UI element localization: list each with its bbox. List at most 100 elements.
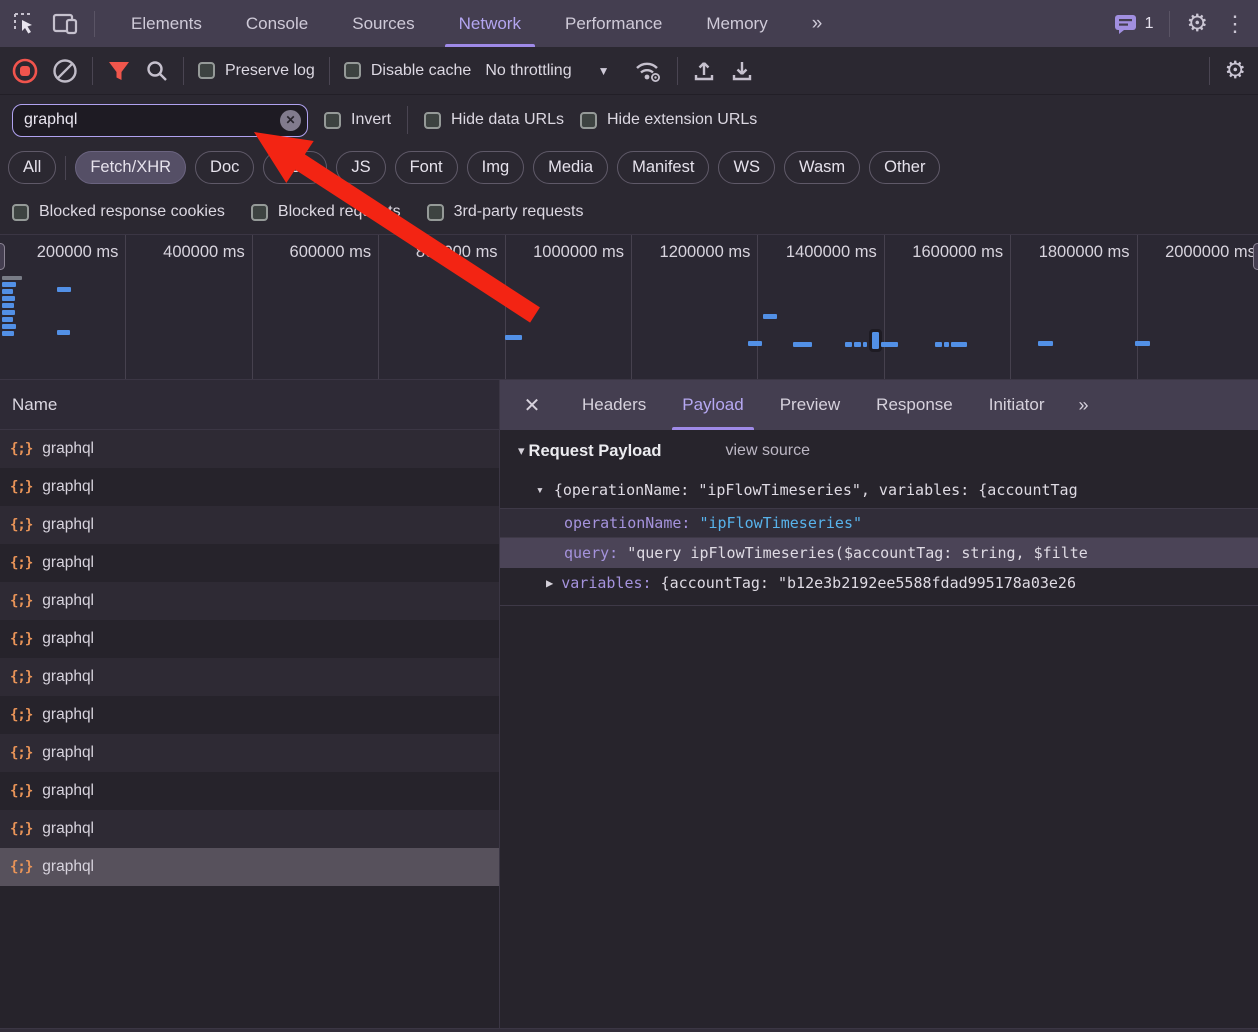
payload-row-operationname[interactable]: operationName: "ipFlowTimeseries"	[500, 508, 1258, 538]
payload-row-variables[interactable]: ▶ variables: {accountTag: "b12e3b2192ee5…	[500, 568, 1258, 598]
network-settings-gear-icon[interactable]: ⚙	[1224, 59, 1246, 83]
chip-manifest[interactable]: Manifest	[617, 151, 709, 184]
request-row[interactable]: {;}graphql	[0, 582, 499, 620]
payload-root-preview[interactable]: ▾ {operationName: "ipFlowTimeseries", va…	[500, 472, 1258, 508]
filter-input[interactable]	[12, 104, 308, 137]
details-tab-response[interactable]: Response	[858, 380, 971, 430]
tab-memory[interactable]: Memory	[684, 0, 789, 47]
details-tab-payload[interactable]: Payload	[664, 380, 761, 430]
payload-divider	[500, 598, 1258, 606]
request-row[interactable]: {;}graphql	[0, 734, 499, 772]
issues-counter[interactable]: 1	[1114, 14, 1154, 34]
request-row[interactable]: {;}graphql	[0, 620, 499, 658]
waterfall-bar	[951, 342, 967, 347]
chip-font[interactable]: Font	[395, 151, 458, 184]
network-conditions-icon[interactable]	[633, 59, 663, 83]
chip-css[interactable]: CSS	[263, 151, 327, 184]
details-tab-headers[interactable]: Headers	[564, 380, 664, 430]
more-tabs-icon[interactable]: »	[1062, 380, 1104, 430]
chip-js[interactable]: JS	[336, 151, 385, 184]
overview-left-handle[interactable]	[0, 243, 5, 270]
preserve-log-label: Preserve log	[225, 62, 315, 80]
chip-media[interactable]: Media	[533, 151, 608, 184]
import-har-icon[interactable]	[692, 59, 716, 83]
collapsed-triangle-icon: ▶	[546, 576, 553, 590]
details-tab-initiator[interactable]: Initiator	[971, 380, 1063, 430]
tab-network[interactable]: Network	[437, 0, 543, 47]
checkbox-box	[12, 204, 29, 221]
tab-performance[interactable]: Performance	[543, 0, 684, 47]
request-row[interactable]: {;}graphql	[0, 506, 499, 544]
json-braces-icon: {;}	[10, 745, 32, 761]
blocked-requests-checkbox[interactable]: Blocked requests	[251, 203, 401, 221]
kebab-menu-icon[interactable]: ⋮	[1224, 11, 1246, 37]
request-name: graphql	[42, 782, 94, 800]
advanced-filters-row: Blocked response cookies Blocked requests…	[0, 190, 1258, 235]
record-network-log-icon[interactable]	[12, 58, 38, 84]
waterfall-bar	[748, 341, 762, 346]
waterfall-bar	[57, 330, 70, 335]
message-icon	[1114, 14, 1137, 34]
requests-panel: Name {;}graphql{;}graphql{;}graphql{;}gr…	[0, 380, 500, 1032]
filter-funnel-icon[interactable]	[107, 60, 131, 82]
request-row[interactable]: {;}graphql	[0, 544, 499, 582]
request-payload-section[interactable]: ▾ Request Payload view source	[500, 430, 1258, 472]
request-row[interactable]: {;}graphql	[0, 848, 499, 886]
invert-checkbox[interactable]: Invert	[324, 111, 391, 129]
timeline-waterfall-bars	[0, 235, 1258, 379]
request-row[interactable]: {;}graphql	[0, 810, 499, 848]
json-key: query:	[564, 544, 618, 562]
request-row[interactable]: {;}graphql	[0, 772, 499, 810]
hide-data-urls-checkbox[interactable]: Hide data URLs	[424, 111, 564, 129]
details-tab-preview[interactable]: Preview	[762, 380, 858, 430]
chip-other[interactable]: Other	[869, 151, 940, 184]
clear-network-log-icon[interactable]	[52, 58, 78, 84]
chip-all[interactable]: All	[8, 151, 56, 184]
request-row[interactable]: {;}graphql	[0, 468, 499, 506]
search-icon[interactable]	[145, 59, 169, 83]
request-row[interactable]: {;}graphql	[0, 696, 499, 734]
3rd-party-requests-checkbox[interactable]: 3rd-party requests	[427, 203, 584, 221]
network-overview-timeline[interactable]: 200000 ms400000 ms600000 ms800000 ms1000…	[0, 235, 1258, 380]
expander-triangle-icon: ▾	[536, 483, 544, 498]
payload-row-query[interactable]: query: "query ipFlowTimeseries($accountT…	[500, 538, 1258, 568]
export-har-icon[interactable]	[730, 59, 754, 83]
inspect-element-icon[interactable]	[12, 11, 38, 37]
request-name: graphql	[42, 820, 94, 838]
waterfall-bar	[763, 314, 777, 319]
blocked-response-cookies-checkbox[interactable]: Blocked response cookies	[12, 203, 225, 221]
throttling-select[interactable]: No throttling ▼	[485, 62, 609, 80]
chip-ws[interactable]: WS	[718, 151, 775, 184]
view-source-link[interactable]: view source	[726, 442, 810, 460]
topbar-separator-2	[1169, 11, 1170, 37]
chip-doc[interactable]: Doc	[195, 151, 254, 184]
close-icon[interactable]: ✕	[500, 380, 564, 430]
selected-request-marker	[872, 332, 879, 349]
clear-filter-icon[interactable]: ✕	[280, 110, 301, 131]
main-tabs: ElementsConsoleSourcesNetworkPerformance…	[109, 0, 844, 47]
request-row[interactable]: {;}graphql	[0, 430, 499, 468]
disable-cache-checkbox[interactable]: Disable cache	[344, 62, 472, 80]
checkbox-box	[324, 112, 341, 129]
tab-elements[interactable]: Elements	[109, 0, 224, 47]
chip-wasm[interactable]: Wasm	[784, 151, 860, 184]
overview-right-handle[interactable]	[1253, 243, 1258, 270]
waterfall-bar	[863, 342, 867, 347]
preserve-log-checkbox[interactable]: Preserve log	[198, 62, 315, 80]
request-row[interactable]: {;}graphql	[0, 658, 499, 696]
waterfall-bar	[1135, 341, 1150, 346]
more-panels-icon[interactable]: »	[790, 0, 845, 47]
checkbox-box	[580, 112, 597, 129]
hide-extension-urls-checkbox[interactable]: Hide extension URLs	[580, 111, 757, 129]
name-column-header[interactable]: Name	[0, 380, 499, 430]
tab-sources[interactable]: Sources	[330, 0, 436, 47]
request-rows: {;}graphql{;}graphql{;}graphql{;}graphql…	[0, 430, 499, 886]
chip-fetchxhr[interactable]: Fetch/XHR	[75, 151, 186, 184]
name-column-label: Name	[12, 395, 57, 415]
chip-img[interactable]: Img	[467, 151, 525, 184]
json-braces-icon: {;}	[10, 555, 32, 571]
tab-console[interactable]: Console	[224, 0, 330, 47]
settings-gear-icon[interactable]: ⚙	[1186, 12, 1208, 36]
json-braces-icon: {;}	[10, 859, 32, 875]
device-toolbar-icon[interactable]	[52, 12, 80, 36]
